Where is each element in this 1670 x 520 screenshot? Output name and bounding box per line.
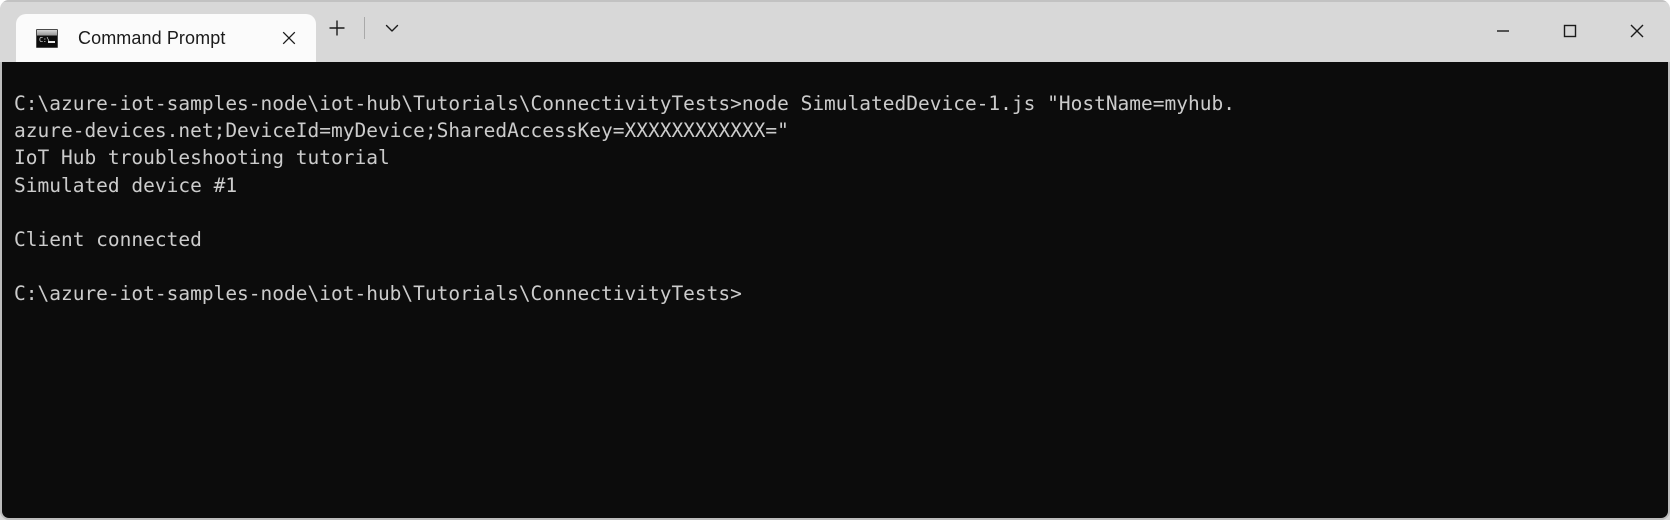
chevron-down-icon[interactable] <box>371 9 413 47</box>
console-icon-cursor <box>48 40 55 43</box>
terminal-output-area[interactable]: C:\azure-iot-samples-node\iot-hub\Tutori… <box>0 62 1670 520</box>
tab-strip: C:\ Command Prompt <box>0 0 413 62</box>
title-bar[interactable]: C:\ Command Prompt <box>0 0 1670 62</box>
close-tab-icon[interactable] <box>272 21 306 55</box>
tab-command-prompt[interactable]: C:\ Command Prompt <box>16 14 316 62</box>
window-controls <box>1469 0 1670 62</box>
tab-actions-divider <box>364 17 365 39</box>
titlebar-drag-region[interactable] <box>413 0 1469 62</box>
new-tab-icon[interactable] <box>316 9 358 47</box>
minimize-button[interactable] <box>1469 0 1536 62</box>
console-icon-titlebar <box>37 29 57 36</box>
tab-actions <box>316 0 413 62</box>
close-window-button[interactable] <box>1603 0 1670 62</box>
terminal-text: C:\azure-iot-samples-node\iot-hub\Tutori… <box>14 92 1235 306</box>
terminal-window: C:\ Command Prompt C:\azure-iot-samples-… <box>0 0 1670 520</box>
maximize-button[interactable] <box>1536 0 1603 62</box>
tab-title: Command Prompt <box>78 27 226 48</box>
console-icon: C:\ <box>36 28 58 48</box>
